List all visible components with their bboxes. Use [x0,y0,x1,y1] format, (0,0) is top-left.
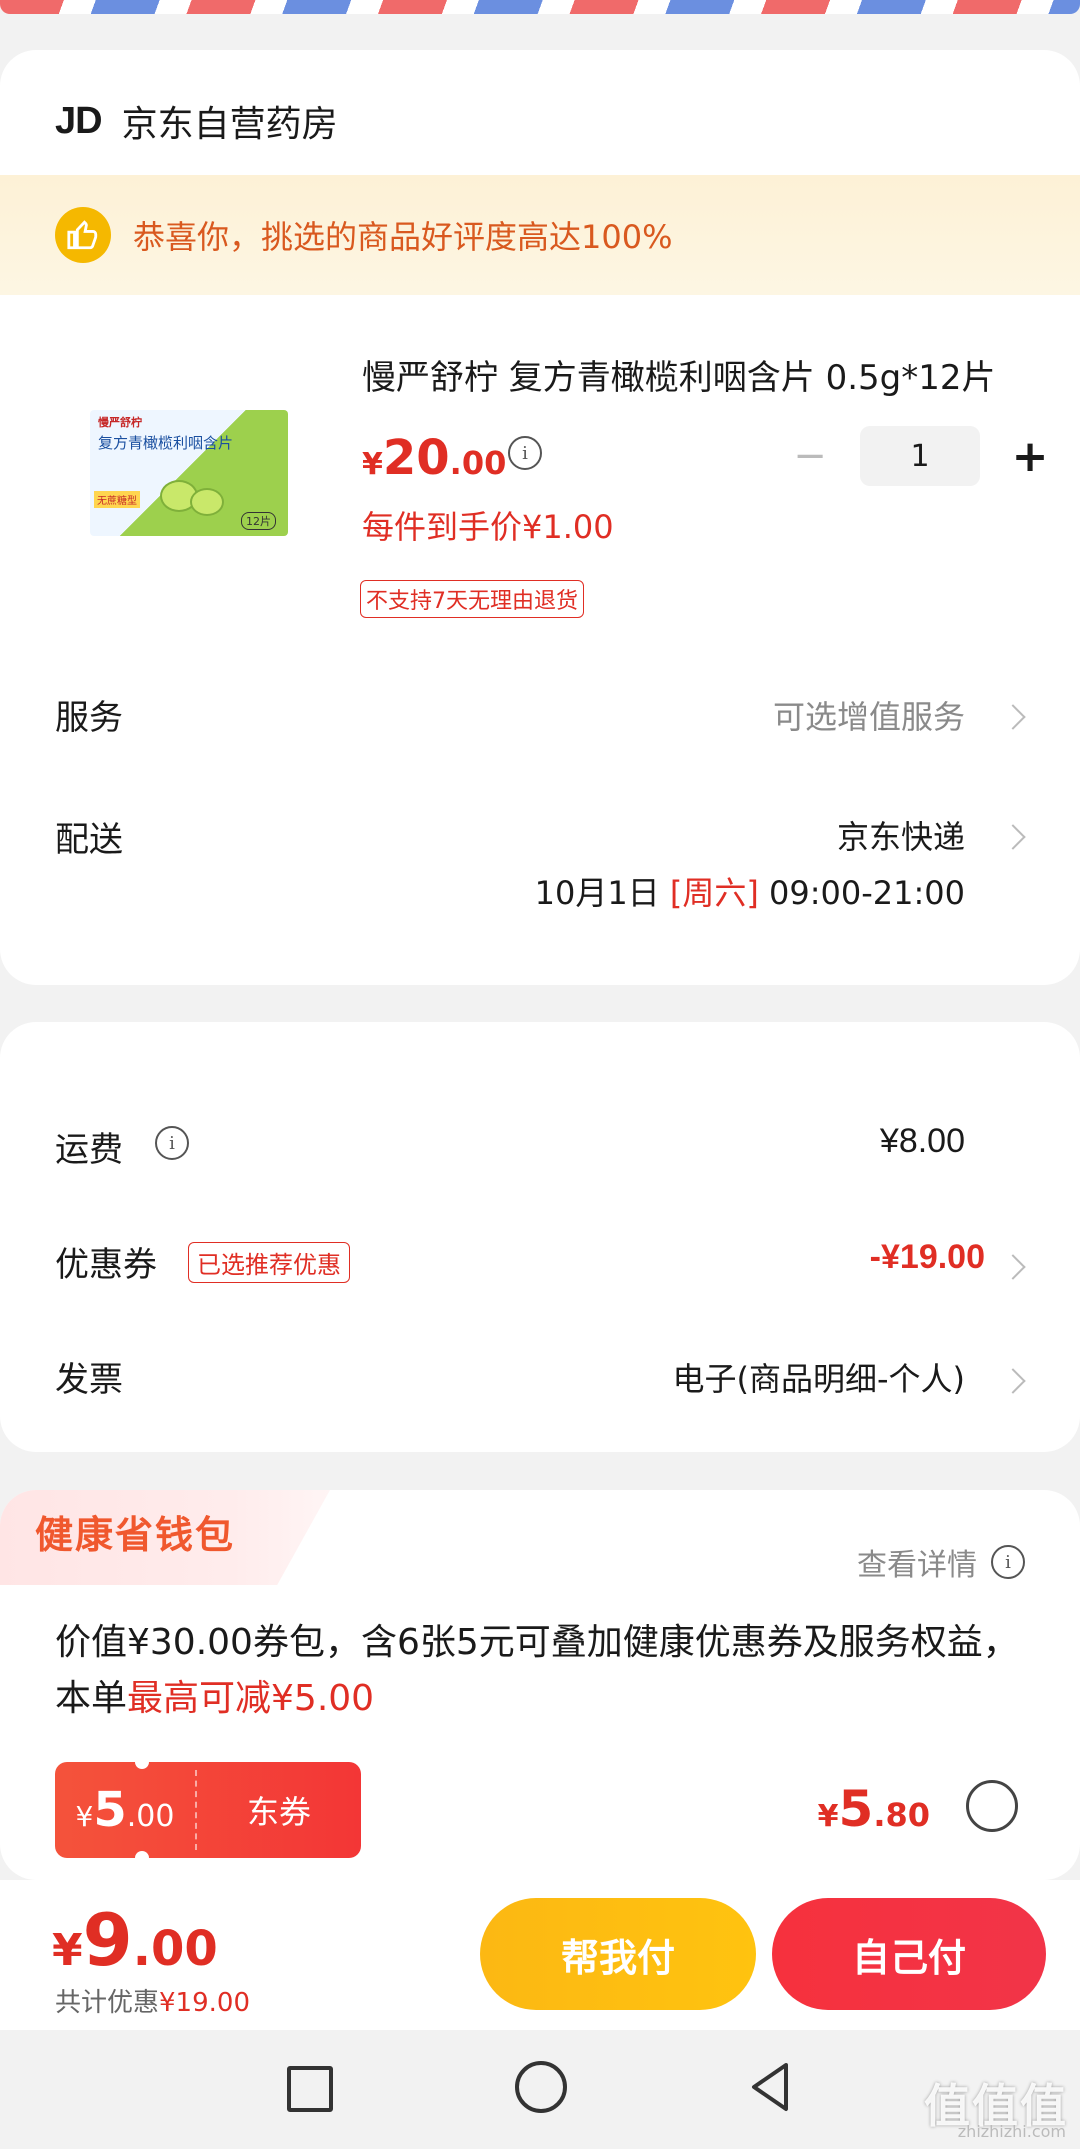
shipping-info-icon[interactable]: i [155,1126,189,1160]
invoice-label: 发票 [55,1360,123,1400]
checkout-bar: ¥ 9 .00 共计优惠¥19.00 帮我付 自己付 [0,1880,1080,2030]
chevron-right-icon[interactable] [1000,1368,1026,1394]
ticket-notch [135,1755,149,1769]
price-symbol: ¥ [362,447,383,482]
quantity-minus-button[interactable]: − [785,431,835,481]
health-wallet-description: 价值¥30.00券包，含6张5元可叠加健康优惠券及服务权益，本单最高可减¥5.0… [55,1615,1035,1727]
recent-apps-icon[interactable] [287,2066,333,2112]
no-return-badge: 不支持7天无理由退货 [360,580,584,618]
wallet-price: ¥ 5 .80 [818,1780,930,1838]
view-details-link[interactable]: 查看详情 i [857,1540,1025,1584]
wallet-price-integer: 5 [838,1780,874,1838]
ticket-symbol: ¥ [75,1800,94,1833]
total-savings: 共计优惠¥19.00 [55,1982,250,2019]
chevron-right-icon[interactable] [1000,704,1026,730]
shop-header[interactable]: JD 京东自营药房 [55,95,338,147]
ticket-integer: 5 [93,1782,127,1838]
service-value[interactable]: 可选增值服务 [773,692,965,738]
product-image-tag: 无蔗糖型 [94,491,140,508]
chevron-right-icon[interactable] [1000,1254,1026,1280]
wallet-desc-highlight: 最高可减¥5.00 [127,1678,375,1719]
home-icon[interactable] [515,2061,567,2113]
product-image-count: 12片 [241,512,276,530]
ticket-decimal: .00 [126,1799,175,1834]
rating-banner: 恭喜你，挑选的商品好评度高达100% [0,175,1080,295]
quantity-plus-button[interactable]: + [1005,431,1055,482]
savings-value: ¥19.00 [159,1988,250,2018]
delivery-weekday: [周六] [669,874,759,912]
ticket-amount: ¥ 5 .00 [55,1782,195,1838]
total-decimal: .00 [132,1921,218,1977]
savings-label: 共计优惠 [55,1988,160,2018]
wallet-price-symbol: ¥ [817,1799,839,1834]
coupon-recommended-badge: 已选推荐优惠 [188,1242,350,1283]
rating-banner-text: 恭喜你，挑选的商品好评度高达100% [133,218,673,256]
fees-card: 运费 i ¥8.00 优惠券 已选推荐优惠 -¥19.00 发票 电子(商品明细… [0,1022,1080,1452]
product-image-brand: 慢严舒柠 [98,416,142,429]
delivery-time[interactable]: 10月1日 [周六] 09:00-21:00 [535,868,965,914]
delivery-window: 09:00-21:00 [769,874,965,912]
delivery-label: 配送 [55,820,123,860]
health-wallet-title: 健康省钱包 [35,1513,236,1557]
service-label: 服务 [55,698,123,738]
coupon-ticket: ¥ 5 .00 东券 [55,1762,361,1858]
jd-logo-icon: JD [55,99,103,142]
total-integer: 9 [82,1898,133,1982]
quantity-stepper: − 1 + [785,426,1055,486]
delivery-method[interactable]: 京东快递 [837,812,965,858]
health-wallet-card: 健康省钱包 查看详情 i 价值¥30.00券包，含6张5元可叠加健康优惠券及服务… [0,1490,1080,1880]
price-integer: 20 [382,430,450,486]
info-icon: i [991,1545,1025,1579]
olive-graphic [190,488,224,516]
airmail-stripe-border [0,0,1080,14]
order-item-card: JD 京东自营药房 恭喜你，挑选的商品好评度高达100% 慢严舒柠 复方青橄榄利… [0,50,1080,985]
delivery-date: 10月1日 [534,874,660,912]
shipping-fee-label: 运费 [55,1130,123,1170]
quantity-input[interactable]: 1 [860,426,980,486]
wallet-select-radio[interactable] [966,1780,1018,1832]
ticket-label: 东券 [246,1793,311,1831]
help-me-pay-button[interactable]: 帮我付 [480,1898,756,2010]
product-price: ¥ 20 .00 [362,430,506,486]
product-image-name: 复方青橄榄利咽含片 [98,434,234,452]
product-title[interactable]: 慢严舒柠 复方青橄榄利咽含片 0.5g*12片 [362,350,1032,399]
view-details-label: 查看详情 [857,1548,977,1583]
chevron-right-icon[interactable] [1000,824,1026,850]
shop-name: 京东自营药房 [121,104,338,145]
system-nav-bar: 值值值 zhizhizhi.com [0,2030,1080,2149]
unit-price-text: 每件到手价¥1.00 [362,508,614,546]
wallet-price-decimal: .80 [873,1796,930,1834]
coupon-label: 优惠券 [55,1245,157,1285]
shipping-fee-value: ¥8.00 [879,1122,965,1160]
thumbs-up-icon [55,207,111,263]
invoice-value[interactable]: 电子(商品明细-个人) [672,1354,965,1400]
product-image[interactable]: 慢严舒柠 复方青橄榄利咽含片 无蔗糖型 12片 [90,410,288,536]
total-price: ¥ 9 .00 [52,1898,218,1982]
price-decimal: .00 [449,444,507,482]
back-icon[interactable] [748,2061,792,2113]
pay-myself-button[interactable]: 自己付 [772,1898,1046,2010]
coupon-value[interactable]: -¥19.00 [870,1238,985,1277]
watermark-url: zhizhizhi.com [957,2122,1066,2141]
total-symbol: ¥ [52,1925,83,1976]
ticket-notch [135,1851,149,1865]
price-info-icon[interactable]: i [508,436,542,470]
